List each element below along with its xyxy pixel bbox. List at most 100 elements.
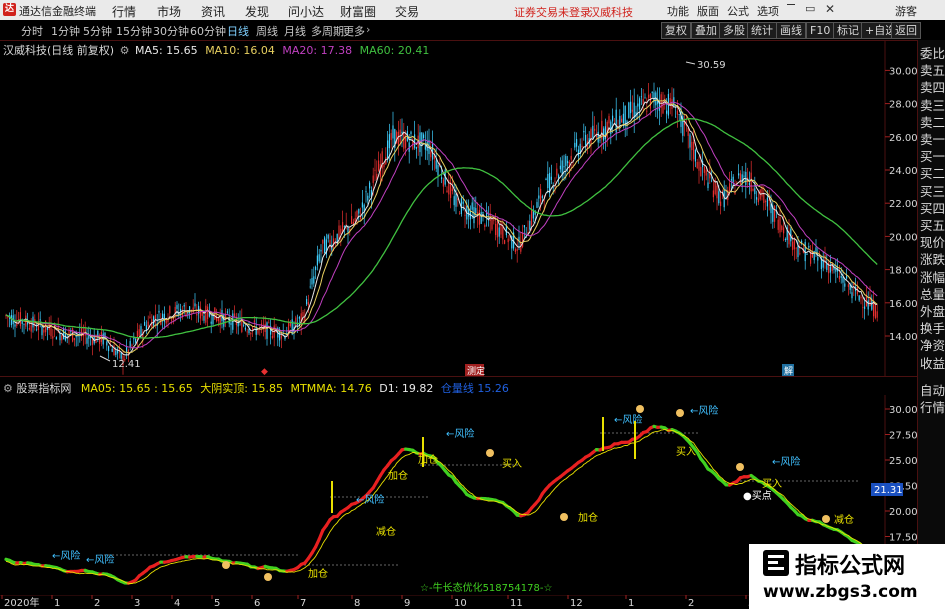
diejia-button[interactable]: 叠加 — [691, 22, 721, 39]
tab-fenshi[interactable]: 分时 — [21, 23, 43, 39]
candle-body — [730, 179, 732, 181]
candle-body — [410, 131, 412, 135]
menu-caifuquan[interactable]: 财富圈 — [340, 3, 376, 20]
tab-30min[interactable]: 30分钟 — [153, 23, 189, 39]
side-panel-item[interactable]: 买三 — [920, 184, 945, 200]
candle-body — [581, 145, 583, 148]
restore-icon[interactable]: ▭ — [805, 2, 815, 15]
side-panel-item[interactable]: 换手 — [920, 321, 945, 337]
chevron-right-icon[interactable]: › — [366, 23, 370, 36]
candle-body — [315, 266, 317, 270]
candle-body — [644, 97, 646, 99]
tab-daily[interactable]: 日线 — [227, 23, 249, 39]
indicator-name[interactable]: 股票指标网 — [16, 382, 71, 395]
tongji-button[interactable]: 统计 — [747, 22, 777, 39]
side-panel-item[interactable]: 净资 — [920, 338, 945, 354]
tab-5min[interactable]: 5分钟 — [83, 23, 112, 39]
candle-body — [158, 310, 160, 313]
menu-faxian[interactable]: 发现 — [245, 3, 269, 20]
side-panel-item[interactable]: 买一 — [920, 149, 945, 165]
period-toolbar: 分时 1分钟 5分钟 15分钟 30分钟 60分钟 日线 周线 月线 多周期 更… — [0, 20, 945, 41]
side-panel-item[interactable]: 涨跌 — [920, 252, 945, 268]
side-panel-item[interactable]: 卖二 — [920, 115, 945, 131]
candle-body — [606, 121, 608, 138]
candle-body — [547, 173, 549, 189]
side-panel-item[interactable]: 涨幅 — [920, 270, 945, 286]
candle-body — [340, 228, 342, 234]
candle-body — [795, 247, 797, 249]
x-tick-label: 3 — [134, 598, 140, 609]
menu-zixun[interactable]: 资讯 — [201, 3, 225, 20]
fuquan-button[interactable]: 复权 — [661, 22, 691, 39]
side-panel-item[interactable]: 买五 — [920, 218, 945, 234]
candle-body — [140, 326, 142, 336]
candle-body — [570, 155, 572, 160]
side-panel-item[interactable]: 行情 — [920, 400, 945, 416]
app-logo-icon: 达 — [3, 3, 16, 16]
candle-body — [504, 240, 506, 244]
menu-xuanxiang[interactable]: 选项 — [757, 3, 779, 19]
side-panel-item[interactable]: 买二 — [920, 166, 945, 182]
tab-15min[interactable]: 15分钟 — [116, 23, 152, 39]
x-tick-label: 2020年 — [4, 596, 39, 609]
candle-body — [232, 313, 234, 330]
side-panel-item[interactable]: 卖五 — [920, 63, 945, 79]
reduce-signal: 减仓 — [376, 525, 396, 538]
candle-body — [462, 201, 464, 204]
duogu-button[interactable]: 多股 — [719, 22, 749, 39]
tab-more[interactable]: 更多 — [343, 23, 365, 39]
candle-body — [748, 182, 750, 185]
candle-body — [846, 275, 848, 279]
indicator-settings-icon[interactable]: ⚙ — [3, 382, 13, 395]
menu-shichang[interactable]: 市场 — [157, 3, 181, 20]
candle-body — [309, 286, 311, 288]
candle-body — [154, 314, 156, 320]
tab-monthly[interactable]: 月线 — [284, 23, 306, 39]
side-panel-item[interactable]: 卖三 — [920, 98, 945, 114]
candle-body — [135, 338, 137, 343]
candle-body — [550, 176, 552, 180]
side-panel-item[interactable]: 外盘 — [920, 304, 945, 320]
huaxian-button[interactable]: 画线 — [776, 22, 806, 39]
minimize-icon[interactable] — [787, 4, 795, 5]
menu-banmian[interactable]: 版面 — [697, 3, 719, 19]
side-panel-item[interactable]: 委比 — [920, 46, 945, 62]
f10-button[interactable]: F10 — [806, 22, 835, 39]
candle-body — [298, 316, 300, 319]
back-button[interactable]: 返回 — [891, 22, 921, 39]
side-panel-item[interactable]: 现价 — [920, 235, 945, 251]
tab-weekly[interactable]: 周线 — [256, 23, 278, 39]
side-panel-item[interactable]: 卖一 — [920, 132, 945, 148]
candle-body — [291, 319, 293, 335]
side-panel-item[interactable]: 总量 — [920, 287, 945, 303]
x-tick-label: 7 — [300, 598, 306, 609]
candle-body — [244, 327, 246, 330]
candle-body — [226, 311, 228, 313]
candle-body — [73, 338, 75, 341]
candlestick-chart[interactable]: 30.00 28.00 26.00 24.00 22.00 20.00 18.00 16.00… — [0, 40, 917, 376]
menu-gongneng[interactable]: 功能 — [667, 3, 689, 19]
tab-multiperiod[interactable]: 多周期 — [311, 23, 344, 39]
side-panel-item[interactable]: 买四 — [920, 201, 945, 217]
side-panel-item[interactable]: 自动 — [920, 383, 945, 399]
candle-body — [536, 202, 538, 208]
side-panel-item[interactable]: 收益 — [920, 356, 945, 372]
menu-wenxiaoda[interactable]: 问小达 — [288, 3, 324, 20]
y-tick-label: 16.00 — [889, 299, 917, 310]
user-guest[interactable]: 游客 — [895, 3, 917, 19]
tab-60min[interactable]: 60分钟 — [190, 23, 226, 39]
pane-divider — [0, 376, 917, 377]
menu-gongshi[interactable]: 公式 — [727, 3, 749, 19]
close-icon[interactable]: ✕ — [825, 2, 835, 16]
tab-1min[interactable]: 1分钟 — [51, 23, 80, 39]
candle-body — [799, 253, 801, 255]
candle-body — [808, 246, 810, 248]
login-notice[interactable]: 证券交易未登录 — [514, 4, 591, 20]
candle-body — [55, 337, 57, 340]
biaoji-button[interactable]: 标记 — [833, 22, 863, 39]
y-tick-label: 20.00 — [889, 232, 917, 243]
menu-hangqing[interactable]: 行情 — [112, 3, 136, 20]
menu-jiaoyi[interactable]: 交易 — [395, 3, 419, 20]
side-panel-item[interactable]: 卖四 — [920, 80, 945, 96]
candle-body — [851, 292, 853, 299]
